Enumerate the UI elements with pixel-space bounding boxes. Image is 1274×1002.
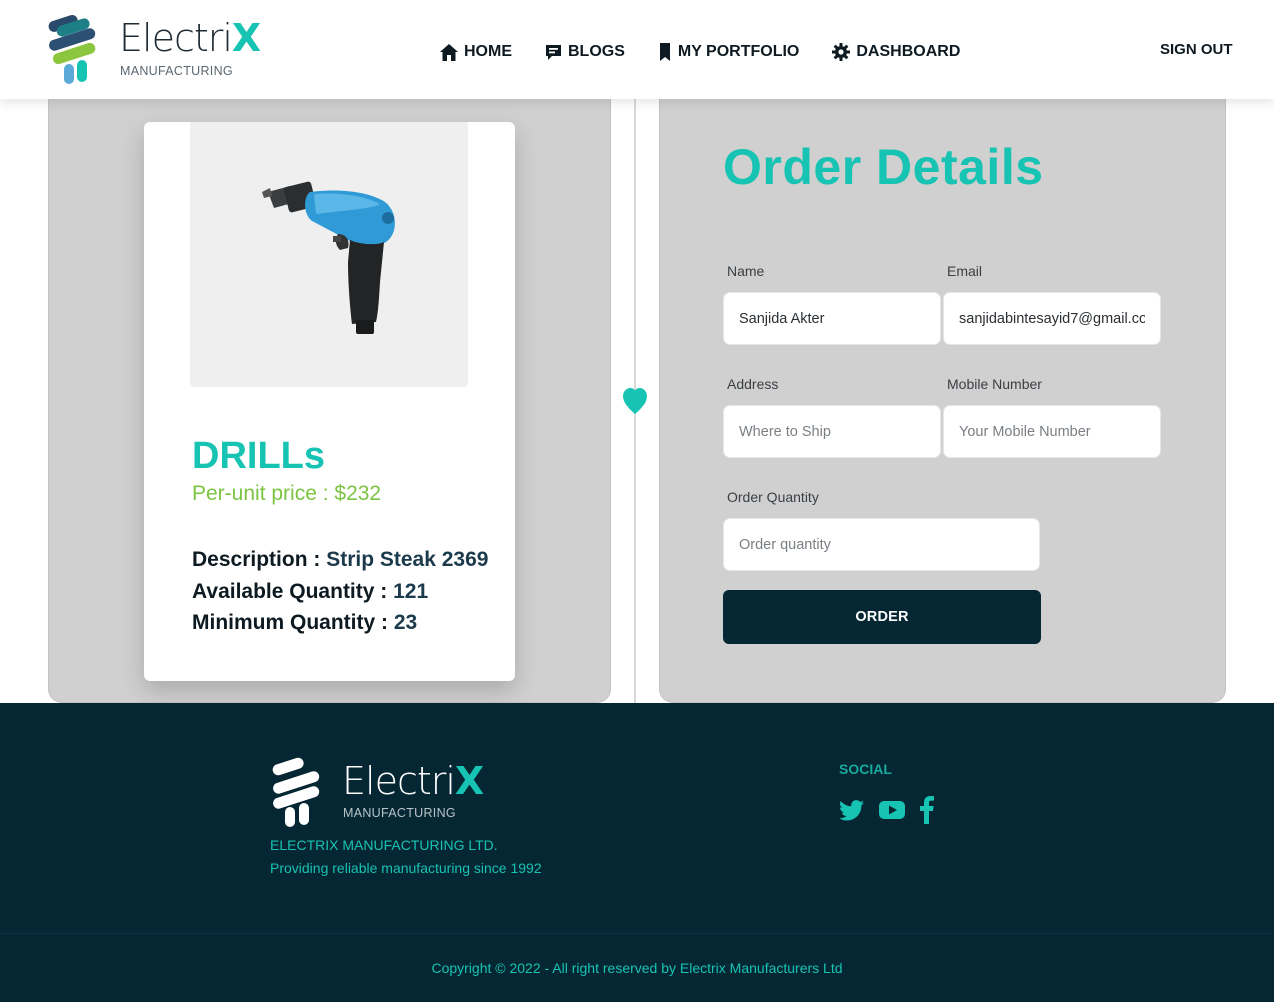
order-title: Order Details — [723, 139, 1044, 195]
email-field[interactable] — [943, 292, 1161, 345]
air-drill-image — [262, 181, 395, 334]
mobile-label: Mobile Number — [947, 376, 1042, 392]
main-nav: HOME BLOGS MY PORTFOLIO DASHBOARD — [440, 43, 993, 61]
address-label: Address — [727, 376, 779, 392]
name-label: Name — [727, 263, 765, 279]
address-field[interactable] — [723, 405, 941, 458]
footer-brand-mark-icon — [272, 757, 320, 827]
heart-icon — [623, 388, 647, 414]
footer-divider — [0, 933, 1274, 934]
mobile-field[interactable] — [943, 405, 1161, 458]
brand-subtitle: MANUFACTURING — [120, 64, 233, 78]
footer-company: ELECTRIX MANUFACTURING LTD. — [270, 837, 498, 853]
product-image — [190, 122, 468, 387]
top-navbar: ElectriX MANUFACTURING HOME BLOGS MY POR… — [0, 0, 1274, 99]
nav-blogs-label: BLOGS — [568, 43, 625, 60]
youtube-icon[interactable] — [879, 800, 905, 825]
nav-home[interactable]: HOME — [440, 43, 512, 61]
nav-blogs[interactable]: BLOGS — [545, 43, 625, 61]
gear-icon — [832, 43, 851, 61]
nav-my-portfolio[interactable]: MY PORTFOLIO — [658, 43, 799, 61]
minimum-label: Minimum Quantity : — [192, 611, 394, 634]
home-icon — [440, 43, 458, 61]
sign-out-button[interactable]: SIGN OUT — [1160, 41, 1233, 58]
quantity-label: Order Quantity — [727, 489, 819, 505]
brand-mark-icon — [48, 15, 96, 84]
description-label: Description : — [192, 548, 327, 571]
footer-tagline: Providing reliable manufacturing since 1… — [270, 860, 542, 876]
nav-dashboard[interactable]: DASHBOARD — [832, 43, 960, 61]
nav-my-portfolio-label: MY PORTFOLIO — [677, 43, 800, 60]
footer-logo[interactable]: ElectriX MANUFACTURING — [270, 757, 490, 831]
facebook-icon[interactable] — [920, 796, 934, 829]
product-description: Description : Strip Steak 2369 — [192, 548, 488, 572]
minimum-value: 23 — [393, 611, 418, 634]
footer-subtitle: MANUFACTURING — [343, 806, 456, 820]
twitter-icon[interactable] — [839, 799, 864, 826]
available-quantity: Available Quantity : 121 — [192, 580, 428, 604]
nav-dashboard-label: DASHBOARD — [856, 43, 961, 60]
chat-icon — [546, 44, 561, 60]
copyright-text: Copyright © 2022 - All right reserved by… — [431, 960, 843, 976]
product-price: Per-unit price : $232 — [192, 482, 381, 506]
site-footer: ElectriX MANUFACTURING ELECTRIX MANUFACT… — [0, 703, 1274, 1002]
minimum-quantity: Minimum Quantity : 23 — [192, 611, 417, 635]
brand-logo[interactable]: ElectriX MANUFACTURING — [46, 14, 261, 86]
email-label: Email — [947, 263, 983, 279]
nav-home-label: HOME — [464, 43, 512, 60]
name-field[interactable] — [723, 292, 941, 345]
available-value: 121 — [393, 580, 429, 603]
social-title: SOCIAL — [839, 761, 892, 777]
price-label: Per-unit price : — [192, 482, 335, 505]
footer-wordmark: ElectriX — [342, 759, 484, 803]
available-label: Available Quantity : — [192, 580, 394, 603]
quantity-field[interactable] — [723, 518, 1040, 571]
brand-wordmark: ElectriX — [119, 16, 261, 60]
brand-name-accent: X — [231, 16, 261, 60]
brand-name-main: Electri — [119, 16, 233, 60]
order-button[interactable]: ORDER — [723, 590, 1041, 644]
footer-name-accent: X — [454, 759, 484, 803]
footer-name-main: Electri — [342, 759, 456, 803]
social-links — [839, 796, 949, 829]
product-card: DRILLs Per-unit price : $232 Description… — [144, 122, 515, 681]
description-value: Strip Steak 2369 — [326, 548, 489, 571]
price-value: $232 — [334, 482, 382, 505]
bookmark-icon — [659, 43, 670, 61]
product-name: DRILLs — [192, 435, 325, 477]
